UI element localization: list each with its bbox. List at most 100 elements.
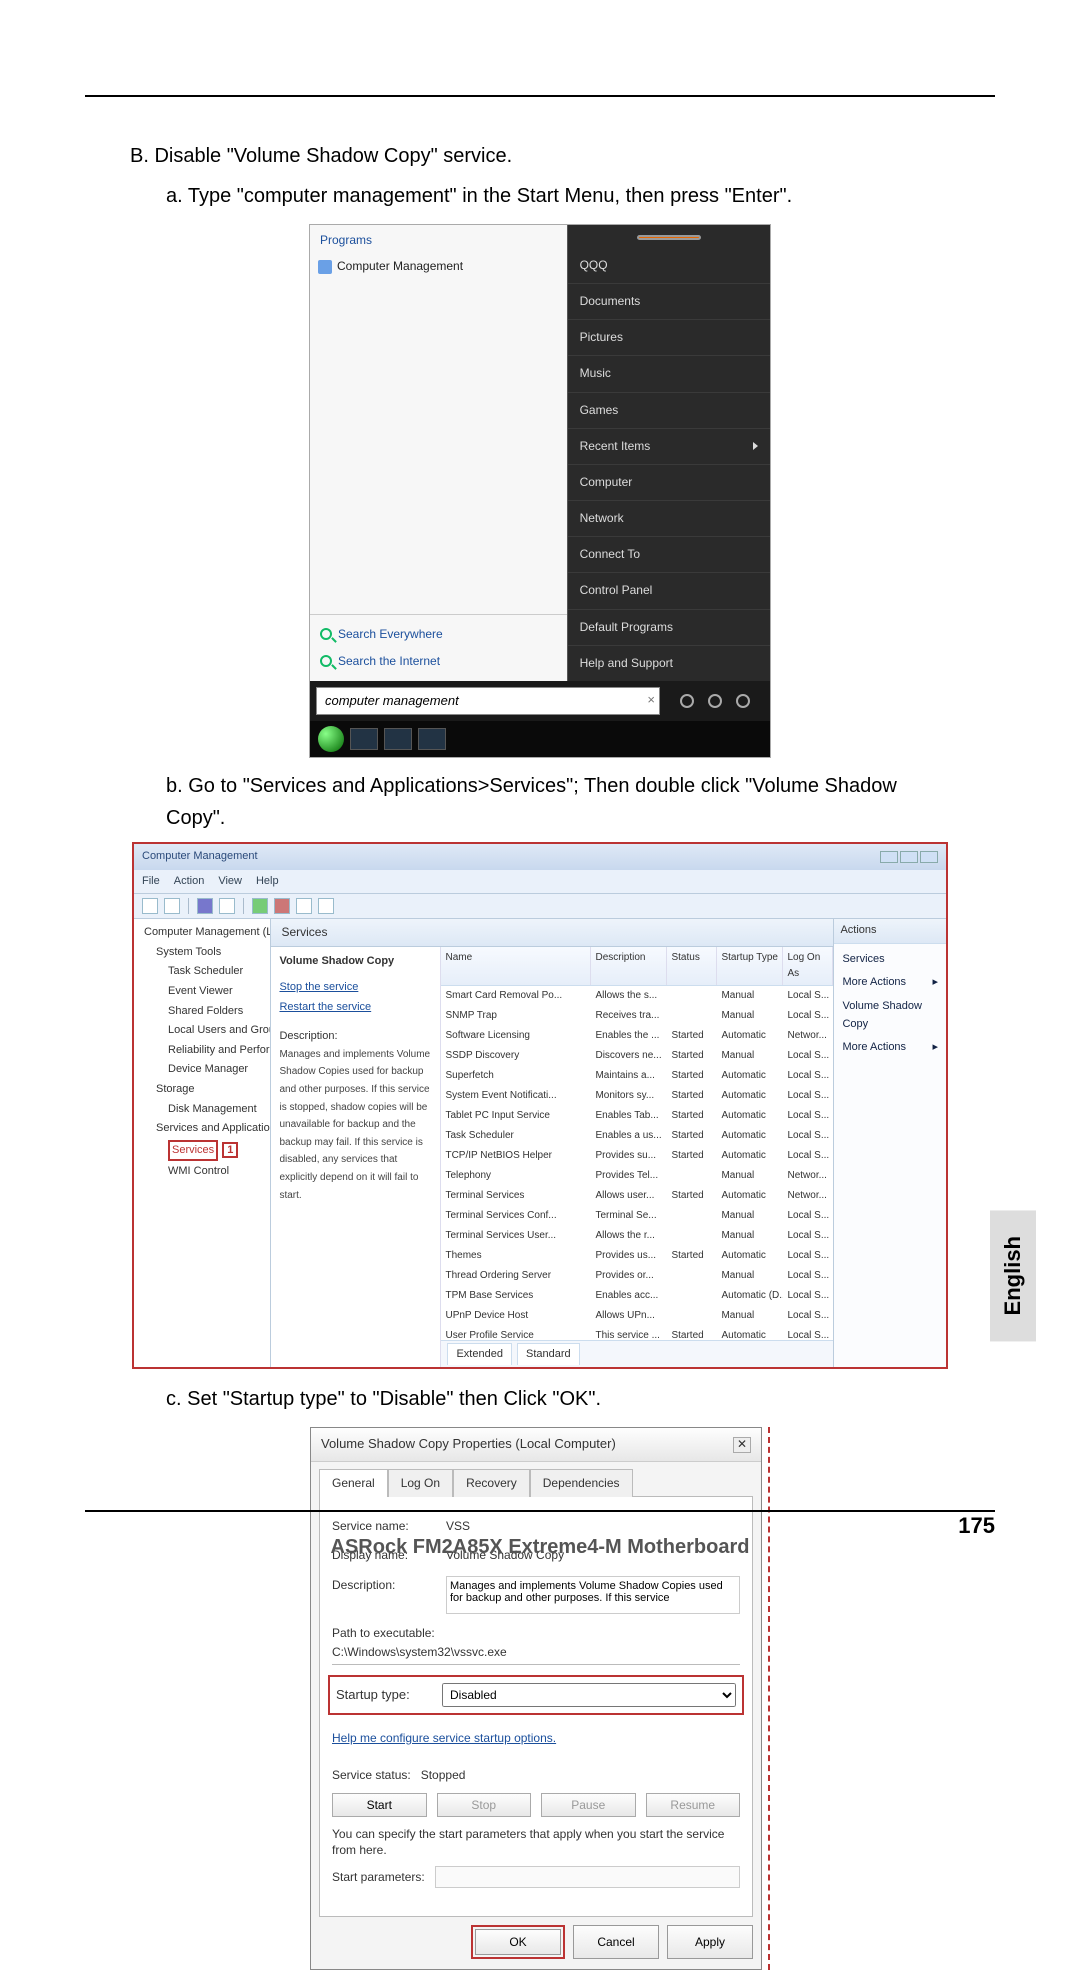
table-row[interactable]: Terminal ServicesAllows user...StartedAu… — [441, 1186, 833, 1206]
start-parameters-input — [435, 1866, 740, 1888]
search-internet[interactable]: Search the Internet — [320, 648, 557, 675]
table-row[interactable]: SuperfetchMaintains a...StartedAutomatic… — [441, 1066, 833, 1086]
user-name[interactable]: QQQ — [568, 248, 770, 283]
tree-reliability[interactable]: Reliability and Performance — [138, 1041, 266, 1061]
stop-service-icon[interactable] — [274, 898, 290, 914]
back-icon[interactable] — [142, 898, 158, 914]
menu-item[interactable]: Action — [174, 873, 205, 891]
table-row[interactable]: User Profile ServiceThis service ...Star… — [441, 1326, 833, 1339]
menu-item[interactable]: View — [218, 873, 242, 891]
start-orb-icon[interactable] — [318, 726, 344, 752]
tab-standard[interactable]: Standard — [517, 1343, 580, 1366]
close-icon[interactable] — [920, 851, 938, 863]
label-path: Path to executable: — [332, 1624, 740, 1643]
clear-icon[interactable]: × — [647, 690, 655, 711]
table-row[interactable]: TCP/IP NetBIOS HelperProvides su...Start… — [441, 1146, 833, 1166]
tree-shared-folders[interactable]: Shared Folders — [138, 1002, 266, 1022]
table-row[interactable]: ThemesProvides us...StartedAutomaticLoca… — [441, 1246, 833, 1266]
program-computer-management[interactable]: Computer Management — [310, 254, 567, 279]
table-row[interactable]: TelephonyProvides Tel...ManualNetwor... — [441, 1166, 833, 1186]
table-row[interactable]: UPnP Device HostAllows UPn...ManualLocal… — [441, 1306, 833, 1326]
start-menu-item[interactable]: Connect To — [568, 536, 770, 572]
bottom-rule — [85, 1510, 995, 1512]
tree-services-apps[interactable]: Services and Applications — [138, 1119, 266, 1139]
dialog-title: Volume Shadow Copy Properties (Local Com… — [321, 1434, 616, 1455]
restart-service-icon[interactable] — [318, 898, 334, 914]
table-row[interactable]: Task SchedulerEnables a us...StartedAuto… — [441, 1126, 833, 1146]
step-c: c. Set "Startup type" to "Disable" then … — [130, 1383, 950, 1415]
start-menu-item[interactable]: Help and Support — [568, 645, 770, 681]
start-menu-item[interactable]: Network — [568, 500, 770, 536]
tree-root[interactable]: Computer Management (Local) — [138, 923, 266, 943]
maximize-icon[interactable] — [900, 851, 918, 863]
menu-item[interactable]: File — [142, 873, 160, 891]
start-menu-item[interactable]: Computer — [568, 464, 770, 500]
power-icon[interactable] — [680, 694, 694, 708]
tab-general[interactable]: General — [319, 1469, 388, 1497]
apply-button[interactable]: Apply — [667, 1925, 753, 1959]
value-status: Stopped — [421, 1766, 466, 1785]
tree-system-tools[interactable]: System Tools — [138, 943, 266, 963]
start-menu-item[interactable]: Music — [568, 355, 770, 391]
search-everywhere[interactable]: Search Everywhere — [320, 621, 557, 648]
cancel-button[interactable]: Cancel — [573, 1925, 659, 1959]
table-row[interactable]: SNMP TrapReceives tra...ManualLocal S... — [441, 1006, 833, 1026]
table-row[interactable]: Software LicensingEnables the ...Started… — [441, 1026, 833, 1046]
help-link[interactable]: Help me configure service startup option… — [332, 1729, 556, 1748]
start-menu-item[interactable]: Recent Items — [568, 428, 770, 464]
taskbar-item[interactable] — [350, 728, 378, 750]
actions-more[interactable]: More Actions▸ — [840, 971, 940, 995]
page-content: B. Disable "Volume Shadow Copy" service.… — [130, 140, 950, 1980]
selected-service-name: Volume Shadow Copy — [279, 953, 432, 971]
tree-local-users[interactable]: Local Users and Groups — [138, 1021, 266, 1041]
start-menu-item[interactable]: Default Programs — [568, 609, 770, 645]
start-menu-item[interactable]: Documents — [568, 283, 770, 319]
table-row[interactable]: Tablet PC Input ServiceEnables Tab...Sta… — [441, 1106, 833, 1126]
value-service-name: VSS — [446, 1517, 740, 1536]
table-row[interactable]: Terminal Services Conf...Terminal Se...M… — [441, 1206, 833, 1226]
start-menu-item[interactable]: Pictures — [568, 319, 770, 355]
taskbar-item[interactable] — [418, 728, 446, 750]
menu-item[interactable]: Help — [256, 873, 279, 891]
start-search-input[interactable]: computer management× — [316, 687, 660, 716]
tab-extended[interactable]: Extended — [447, 1343, 511, 1366]
startup-type-select[interactable]: Disabled — [442, 1683, 736, 1707]
tree-wmi[interactable]: WMI Control — [138, 1162, 266, 1182]
table-row[interactable]: TPM Base ServicesEnables acc...Automatic… — [441, 1286, 833, 1306]
tab-dependencies[interactable]: Dependencies — [530, 1469, 633, 1497]
start-button[interactable]: Start — [332, 1793, 427, 1817]
tree-storage[interactable]: Storage — [138, 1080, 266, 1100]
start-menu-item[interactable]: Control Panel — [568, 572, 770, 608]
table-row[interactable]: Thread Ordering ServerProvides or...Manu… — [441, 1266, 833, 1286]
table-row[interactable]: Smart Card Removal Po...Allows the s...M… — [441, 986, 833, 1006]
minimize-icon[interactable] — [880, 851, 898, 863]
table-row[interactable]: SSDP DiscoveryDiscovers ne...StartedManu… — [441, 1046, 833, 1066]
properties-icon[interactable] — [197, 898, 213, 914]
arrow-icon[interactable] — [736, 694, 750, 708]
value-description[interactable] — [446, 1576, 740, 1614]
actions-header: Actions — [834, 919, 946, 944]
stop-service-link[interactable]: Stop the service — [279, 979, 432, 997]
forward-icon[interactable] — [164, 898, 180, 914]
table-row[interactable]: Terminal Services User...Allows the r...… — [441, 1226, 833, 1246]
tree-disk-management[interactable]: Disk Management — [138, 1100, 266, 1120]
step-B: B. Disable "Volume Shadow Copy" service. — [130, 140, 950, 172]
start-service-icon[interactable] — [252, 898, 268, 914]
tab-recovery[interactable]: Recovery — [453, 1469, 530, 1497]
table-row[interactable]: System Event Notificati...Monitors sy...… — [441, 1086, 833, 1106]
tree-task-scheduler[interactable]: Task Scheduler — [138, 962, 266, 982]
tab-logon[interactable]: Log On — [388, 1469, 453, 1497]
start-menu-item[interactable]: Games — [568, 392, 770, 428]
tree-device-manager[interactable]: Device Manager — [138, 1060, 266, 1080]
close-icon[interactable]: ✕ — [733, 1437, 751, 1453]
restart-service-link[interactable]: Restart the service — [279, 999, 432, 1017]
actions-more2[interactable]: More Actions▸ — [840, 1036, 940, 1060]
tree-services[interactable]: Services1 — [138, 1139, 266, 1163]
refresh-icon[interactable] — [219, 898, 235, 914]
tree-event-viewer[interactable]: Event Viewer — [138, 982, 266, 1002]
pause-service-icon[interactable] — [296, 898, 312, 914]
taskbar-item[interactable] — [384, 728, 412, 750]
table-header: Name Description Status Startup Type Log… — [441, 947, 833, 986]
lock-icon[interactable] — [708, 694, 722, 708]
ok-button[interactable]: OK — [475, 1929, 561, 1955]
